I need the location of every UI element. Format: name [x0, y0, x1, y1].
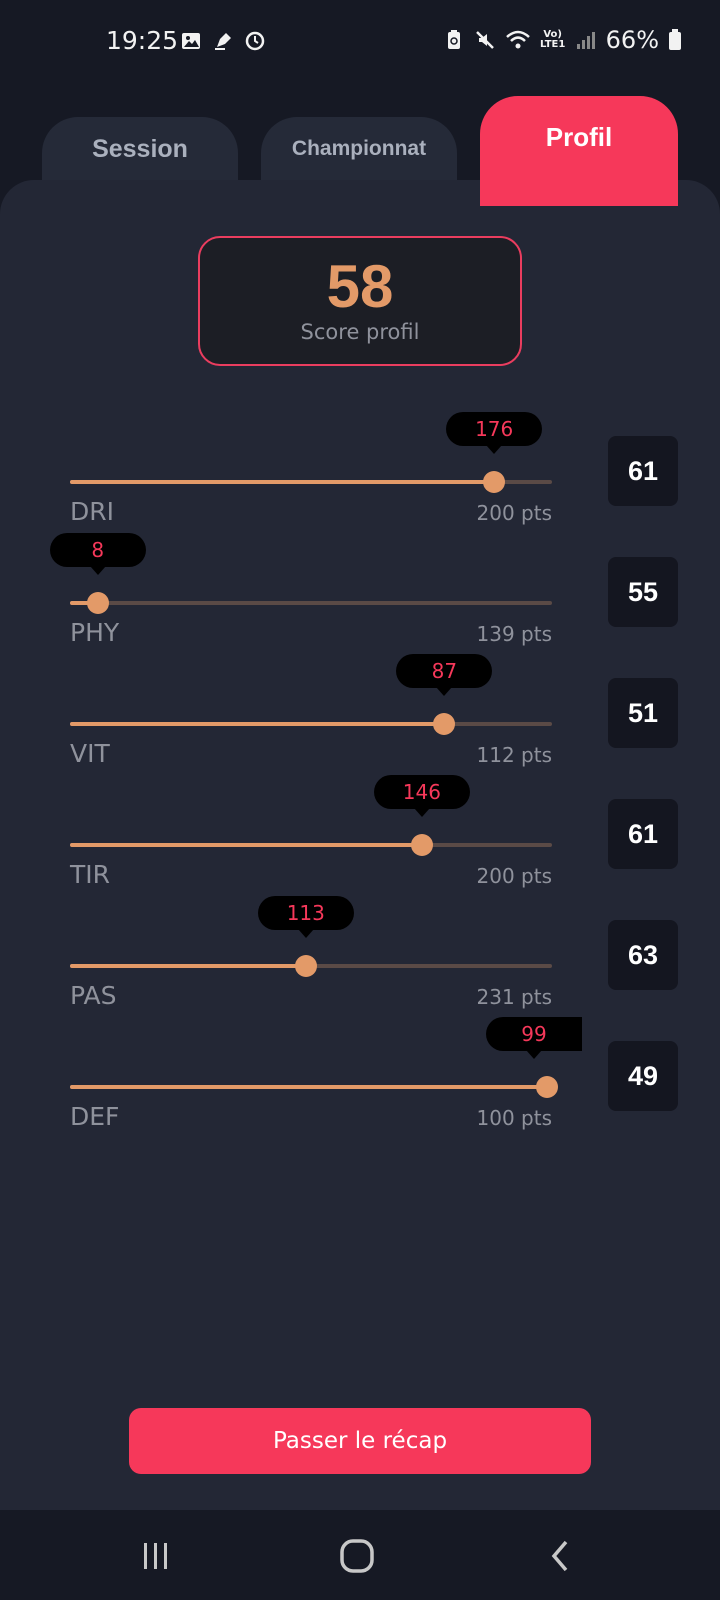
slider-value-bubble: 8 [49, 533, 146, 575]
recent-apps-icon [144, 1543, 167, 1569]
stat-label: VIT [70, 739, 110, 768]
stat-row-def: 99 DEF 100 pts 49 [0, 1010, 720, 1131]
stat-score: 63 [608, 920, 678, 990]
back-button[interactable] [530, 1534, 590, 1578]
status-right-icons: Vo) LTE1 66% [443, 26, 682, 54]
stat-max: 200 pts [476, 501, 553, 525]
slider-thumb[interactable] [536, 1076, 559, 1098]
slider-value-bubble: 87 [396, 654, 493, 696]
slider-value-bubble: 146 [373, 775, 470, 817]
slider-track[interactable] [70, 843, 552, 847]
home-button[interactable] [327, 1534, 387, 1578]
slider-fill [70, 480, 495, 484]
stat-max: 100 pts [476, 1106, 553, 1130]
clock-icon [245, 31, 265, 51]
slider-track[interactable] [70, 1085, 552, 1089]
status-left-icons [180, 30, 266, 52]
slider-value-bubble: 176 [446, 412, 543, 454]
score-label: Score profil [300, 320, 420, 344]
skip-recap-button[interactable]: Passer le récap [129, 1408, 591, 1474]
slider-thumb[interactable] [294, 955, 317, 977]
stat-row-vit: 87 VIT 112 pts 51 [0, 647, 720, 768]
stat-label: DRI [70, 497, 114, 526]
score-card: 58 Score profil [198, 236, 522, 366]
gallery-icon [182, 33, 200, 49]
wifi-icon [505, 30, 530, 49]
stat-label: TIR [70, 860, 111, 889]
score-value: 58 [326, 253, 394, 320]
stat-score: 61 [608, 799, 678, 869]
back-icon [551, 1540, 568, 1572]
signal-icon [576, 32, 595, 49]
slider-track[interactable] [70, 722, 552, 726]
slider-thumb[interactable] [483, 471, 506, 493]
volte-icon: Vo) LTE1 [539, 29, 566, 50]
slider-fill [70, 843, 422, 847]
stat-max: 139 pts [476, 622, 553, 646]
slider-fill [70, 722, 445, 726]
recent-apps-button[interactable] [126, 1534, 186, 1578]
slider-thumb[interactable] [86, 592, 109, 614]
tab-profil[interactable]: Profil [480, 96, 678, 206]
pen-icon [215, 33, 231, 50]
slider-value-bubble: 99 [486, 1017, 582, 1059]
status-time: 19:25 [106, 26, 179, 55]
status-bar: 19:25 Vo) LTE1 66% [0, 0, 720, 88]
stat-max: 200 pts [476, 864, 553, 888]
stat-label: PAS [70, 981, 117, 1010]
stat-row-tir: 146 TIR 200 pts 61 [0, 768, 720, 889]
slider-thumb[interactable] [433, 713, 456, 735]
stat-score: 49 [608, 1041, 678, 1111]
stat-score: 61 [608, 436, 678, 506]
slider-fill [70, 1085, 548, 1089]
stat-label: DEF [70, 1102, 120, 1131]
stat-row-phy: 8 PHY 139 pts 55 [0, 526, 720, 647]
stat-max: 112 pts [476, 743, 553, 767]
stat-row-pas: 113 PAS 231 pts 63 [0, 889, 720, 1010]
battery-percent: 66% [605, 26, 659, 54]
recycle-battery-icon [447, 30, 460, 49]
slider-track[interactable] [70, 601, 552, 605]
system-nav-bar [0, 1512, 720, 1600]
stat-score: 55 [608, 557, 678, 627]
stat-row-dri: 176 DRI 200 pts 61 [0, 405, 720, 526]
slider-track[interactable] [70, 480, 552, 484]
stat-score: 51 [608, 678, 678, 748]
slider-thumb[interactable] [410, 834, 433, 856]
stat-max: 231 pts [476, 985, 553, 1009]
battery-icon [669, 29, 681, 50]
stat-label: PHY [70, 618, 120, 647]
home-icon [340, 1539, 374, 1573]
slider-fill [70, 964, 306, 968]
mute-icon [475, 31, 494, 49]
slider-value-bubble: 113 [257, 896, 354, 938]
